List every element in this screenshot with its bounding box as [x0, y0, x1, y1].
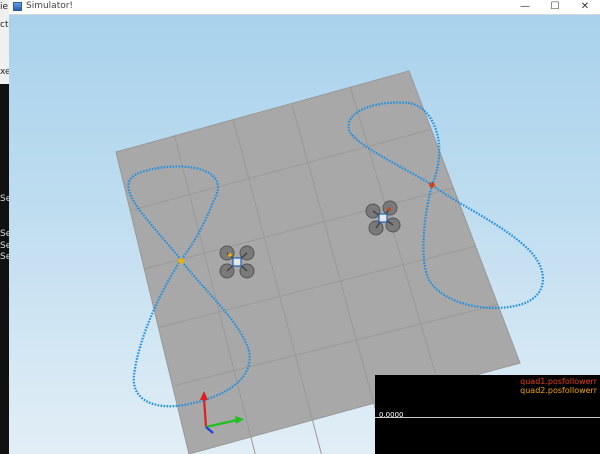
background-text: Se [0, 229, 9, 239]
graph-legend-item: quad1.posfollowerr [520, 377, 597, 386]
app-icon [13, 2, 22, 11]
3d-viewport[interactable]: quad1.posfollowerr quad2.posfollowerr 0.… [9, 15, 600, 454]
background-text: Se [0, 241, 9, 251]
window-title: Simulator! [26, 1, 74, 11]
background-text: xe [0, 67, 9, 77]
trajectory-marker-right [429, 182, 435, 188]
graph-legend-item: quad2.posfollowerr [520, 386, 597, 395]
background-text: ie [0, 2, 9, 12]
trajectory-marker-left [178, 258, 184, 264]
title-bar[interactable]: Simulator! — ☐ ✕ [9, 0, 600, 15]
background-text: ct [0, 20, 9, 30]
close-button[interactable]: ✕ [569, 0, 600, 14]
graph-zero-label: 0.0000 [379, 411, 404, 419]
maximize-button[interactable]: ☐ [539, 0, 571, 14]
graph-zero-line [375, 417, 600, 418]
background-window-strip: ie ct xe Se Se Se Se [0, 0, 9, 454]
minimize-button[interactable]: — [509, 0, 541, 14]
quadcopter-2 [365, 200, 401, 236]
background-text: Se [0, 252, 9, 262]
error-graph[interactable]: quad1.posfollowerr quad2.posfollowerr 0.… [375, 375, 600, 454]
background-text: Se [0, 194, 9, 204]
background-console: Se Se Se Se [0, 84, 9, 454]
